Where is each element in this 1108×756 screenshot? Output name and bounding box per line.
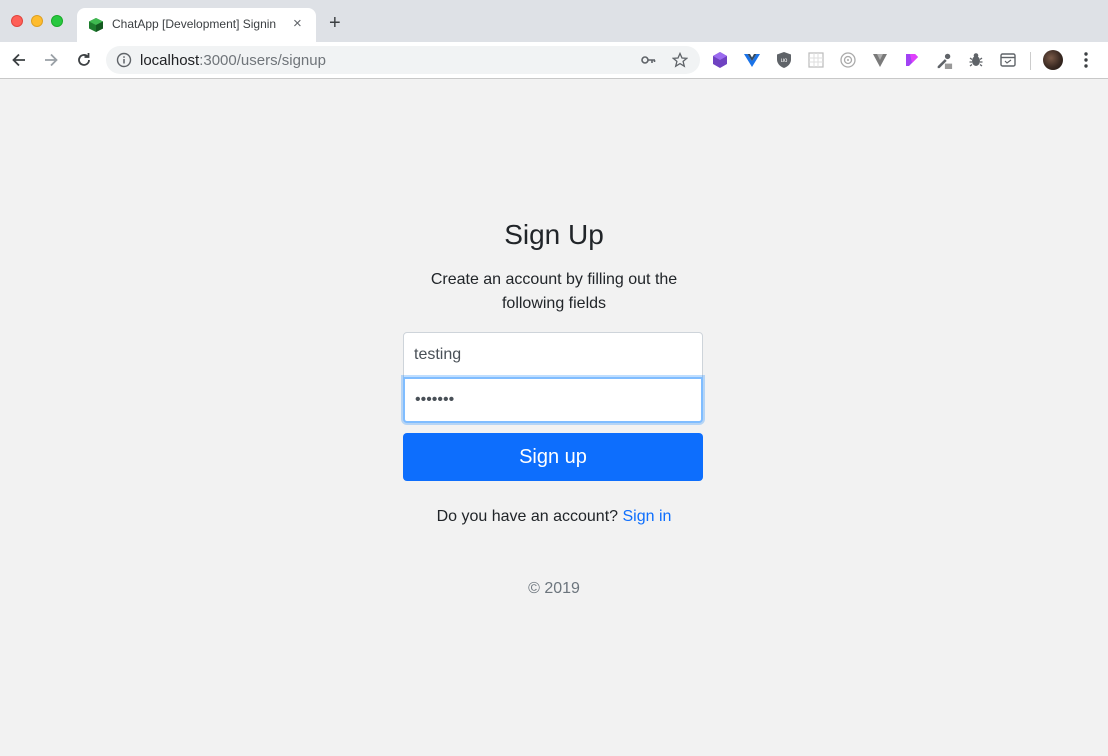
account-prompt-text: Do you have an account? (436, 508, 619, 525)
tab-close-icon[interactable]: × (293, 16, 302, 32)
target-ext-icon[interactable] (839, 51, 857, 69)
page-title: Sign Up (504, 219, 604, 250)
react-ext-icon[interactable] (903, 51, 921, 69)
ublock-icon[interactable]: uo (775, 51, 793, 69)
bookmark-star-icon[interactable] (672, 52, 688, 68)
signup-page: Sign Up Create an account by filling out… (0, 79, 1108, 756)
new-tab-button[interactable]: + (329, 13, 341, 33)
tab-active[interactable]: ChatApp [Development] Signin × (77, 8, 316, 42)
address-bar[interactable]: localhost:3000/users/signup (106, 46, 700, 74)
url-path: :3000/users/signup (199, 52, 326, 69)
window-close-button[interactable] (11, 15, 23, 27)
favicon-icon (89, 18, 103, 32)
eyedropper-ext-icon[interactable] (935, 51, 953, 69)
window-zoom-button[interactable] (51, 15, 63, 27)
signin-link[interactable]: Sign in (623, 508, 672, 525)
svg-text:uo: uo (781, 58, 788, 64)
vuetify-ext-icon[interactable] (871, 51, 889, 69)
tab-strip: ChatApp [Development] Signin × + (0, 0, 1108, 42)
vue-devtools-icon[interactable] (743, 51, 761, 69)
reload-icon[interactable] (74, 50, 94, 70)
grid-ext-icon[interactable] (807, 51, 825, 69)
key-icon[interactable] (640, 52, 656, 68)
url-host: localhost (140, 52, 200, 69)
copyright-text: © 2019 (528, 580, 580, 597)
more-menu-icon[interactable] (1078, 50, 1094, 70)
signin-prompt: Do you have an account? Sign in (0, 508, 1108, 526)
tab-title: ChatApp [Development] Signin (112, 17, 277, 31)
url-text: localhost:3000/users/signup (140, 52, 326, 69)
signup-description: Create an account by filling out the fol… (430, 271, 678, 312)
signup-button[interactable]: Sign up (403, 433, 703, 481)
password-input[interactable] (403, 377, 703, 423)
purple-cube-ext-icon[interactable] (711, 51, 729, 69)
bug-ext-icon[interactable] (967, 51, 985, 69)
forward-icon[interactable] (41, 50, 61, 70)
toolbar-divider (1030, 52, 1031, 70)
username-input[interactable] (403, 332, 703, 378)
profile-avatar[interactable] (1043, 50, 1063, 70)
browser-toolbar: localhost:3000/users/signup uo (0, 42, 1108, 79)
window-minimize-button[interactable] (31, 15, 43, 27)
site-info-icon[interactable] (116, 52, 132, 68)
window-ext-icon[interactable] (999, 51, 1017, 69)
back-icon[interactable] (9, 50, 29, 70)
